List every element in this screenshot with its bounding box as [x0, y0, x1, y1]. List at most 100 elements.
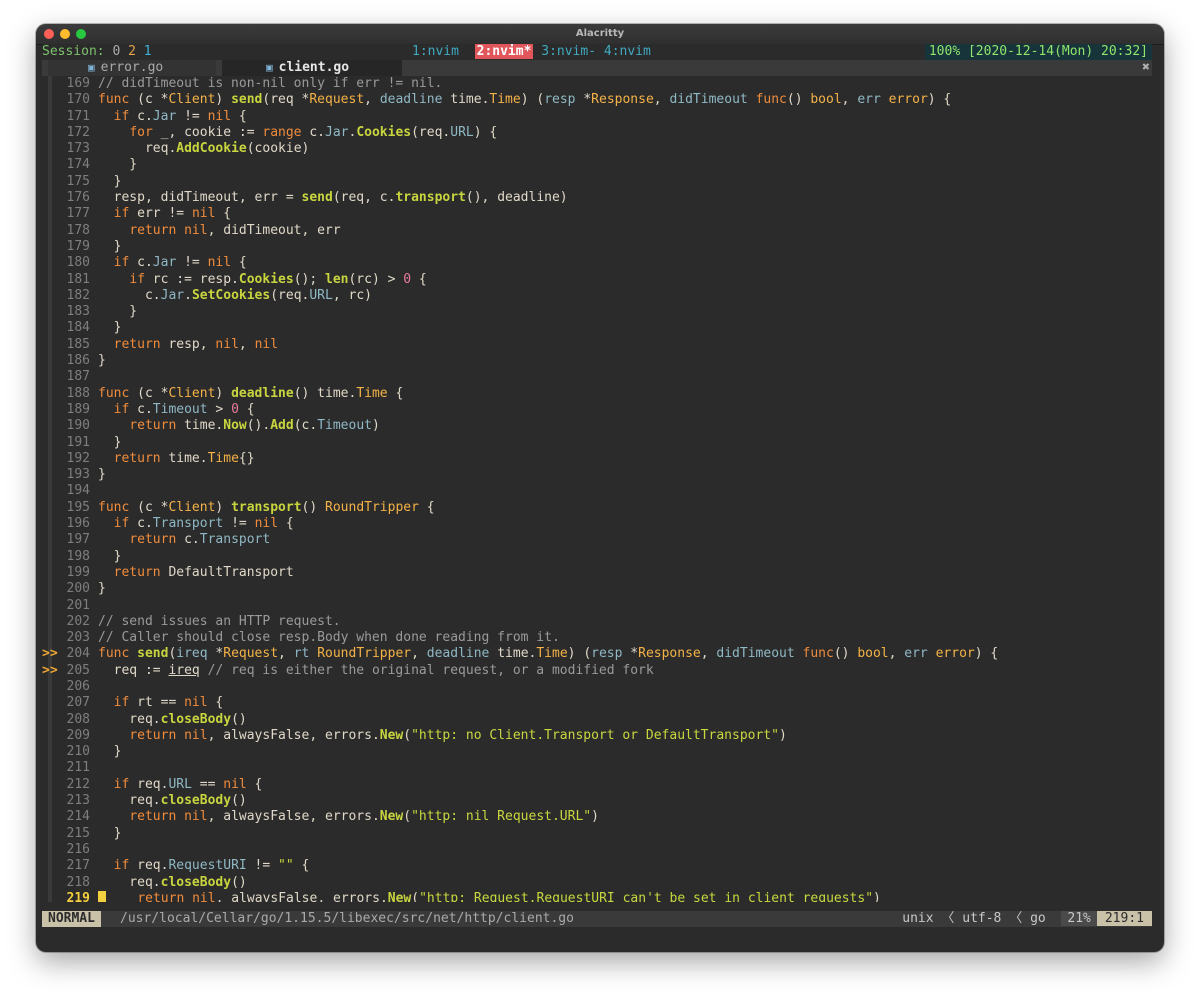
code-token: bool — [810, 92, 842, 108]
tab-error-go[interactable]: ▣ error.go — [48, 60, 216, 76]
code-line[interactable]: 173 req.AddCookie(cookie) — [42, 141, 1152, 157]
code-line[interactable]: 211 — [42, 760, 1152, 776]
code-line[interactable]: 177 if err != nil { — [42, 206, 1152, 222]
tmux-window-3[interactable]: 3:nvim- — [541, 44, 596, 59]
code-token: , alwaysFalse, errors. — [207, 809, 380, 825]
code-line[interactable]: 191 } — [42, 435, 1152, 451]
code-token: (req, c. — [332, 190, 396, 206]
code-token: req := — [98, 662, 169, 678]
line-number: 196 — [66, 516, 90, 532]
code-token: resp — [591, 646, 623, 662]
code-line[interactable]: 203 // Caller should close resp.Body when… — [42, 630, 1152, 646]
code-token: { — [418, 499, 435, 515]
code-line[interactable]: 179 } — [42, 239, 1152, 255]
code-line[interactable]: 170 func (c *Client) send(req *Request, d… — [42, 92, 1152, 108]
code-token: c. — [98, 287, 161, 303]
code-token: () — [786, 92, 811, 108]
code-line[interactable]: 175 } — [42, 174, 1152, 190]
code-token: if — [113, 695, 130, 711]
code-token: error — [888, 92, 928, 108]
code-line[interactable]: 219 return nil, alwaysFalse, errors.New(… — [42, 891, 1152, 902]
code-token: Response — [591, 92, 654, 108]
code-line[interactable]: 172 for _, cookie := range c.Jar.Cookies… — [42, 125, 1152, 141]
code-line[interactable]: 214 return nil, alwaysFalse, errors.New(… — [42, 809, 1152, 825]
code-line[interactable]: 194 — [42, 483, 1152, 499]
code-line[interactable]: 218 req.closeBody() — [42, 875, 1152, 891]
code-line[interactable]: 217 if req.RequestURI != "" { — [42, 858, 1152, 874]
tmux-window-4[interactable]: 4:nvim — [604, 44, 651, 59]
code-line[interactable]: 192 return time.Time{} — [42, 451, 1152, 467]
code-token: , alwaysFalse, errors. — [215, 890, 388, 902]
code-token: Timeout — [152, 401, 208, 417]
code-token: Add — [270, 418, 294, 434]
code-line[interactable]: 169 // didTimeout is non-nil only if err … — [42, 76, 1152, 92]
line-number: 169 — [66, 76, 90, 91]
code-line[interactable]: 197 return c.Transport — [42, 532, 1152, 548]
code-line[interactable]: 200} — [42, 581, 1152, 597]
code-line[interactable]: 193} — [42, 467, 1152, 483]
code-line[interactable]: 213 req.closeBody() — [42, 793, 1152, 809]
code-line[interactable]: 184 } — [42, 320, 1152, 336]
code-token: (c — [129, 385, 161, 401]
code-line[interactable]: 185 return resp, nil, nil — [42, 337, 1152, 353]
code-token: () — [231, 874, 247, 890]
code-token: if — [113, 858, 130, 874]
code-token: func — [98, 385, 130, 401]
code-line[interactable]: 181 if rc := resp.Cookies(); len(rc) > 0… — [42, 272, 1152, 288]
code-line[interactable]: 189 if c.Timeout > 0 { — [42, 402, 1152, 418]
line-text: } — [98, 157, 137, 173]
code-line[interactable]: 171 if c.Jar != nil { — [42, 109, 1152, 125]
code-line[interactable]: 207 if rt == nil { — [42, 695, 1152, 711]
code-token: c. — [129, 516, 153, 532]
code-token: time. — [176, 418, 224, 434]
code-line[interactable]: 199 return DefaultTransport — [42, 565, 1152, 581]
code-token: {} — [238, 450, 255, 466]
code-token: deadline — [426, 646, 490, 662]
line-number: 193 — [66, 467, 90, 483]
line-text: resp, didTimeout, err = send(req, c.tran… — [98, 190, 568, 206]
code-line[interactable]: 178 return nil, didTimeout, err — [42, 223, 1152, 239]
line-number: 194 — [66, 483, 90, 499]
code-line[interactable]: 206 — [42, 679, 1152, 695]
code-editor[interactable]: 169 // didTimeout is non-nil only if err … — [42, 76, 1152, 902]
code-line[interactable]: 190 return time.Now().Add(c.Timeout) — [42, 418, 1152, 434]
code-line[interactable]: 176 resp, didTimeout, err = send(req, c.… — [42, 190, 1152, 206]
code-line[interactable]: 202 // send issues an HTTP request. — [42, 614, 1152, 630]
code-line[interactable]: 216 — [42, 842, 1152, 858]
code-line[interactable]: 180 if c.Jar != nil { — [42, 255, 1152, 271]
code-line[interactable]: 196 if c.Transport != nil { — [42, 516, 1152, 532]
code-line[interactable]: 212 if req.URL == nil { — [42, 777, 1152, 793]
code-line[interactable]: 174 } — [42, 157, 1152, 173]
close-icon[interactable]: ✖ — [1142, 60, 1150, 76]
code-token: if — [113, 206, 130, 222]
code-line[interactable]: 210 } — [42, 744, 1152, 760]
tmux-window-2[interactable]: 2:nvim* — [474, 44, 534, 59]
code-line[interactable]: 186} — [42, 353, 1152, 369]
line-number: 188 — [66, 385, 90, 401]
code-line[interactable]: 198 } — [42, 549, 1152, 565]
code-line[interactable]: 188 func (c *Client) deadline() time.Time… — [42, 386, 1152, 402]
code-token: { — [246, 776, 263, 792]
code-token: if — [129, 271, 145, 287]
tab-client-go[interactable]: ▣ client.go — [222, 60, 402, 76]
line-number: 198 — [66, 548, 90, 564]
code-line[interactable]: >> 204 func send(ireq *Request, rt RoundTr… — [42, 646, 1152, 662]
code-line[interactable]: 182 c.Jar.SetCookies(req.URL, rc) — [42, 288, 1152, 304]
tmux-window-1[interactable]: 1:nvim — [412, 44, 459, 59]
code-token: Time — [536, 646, 568, 662]
code-line[interactable]: 215 } — [42, 826, 1152, 842]
code-line[interactable]: 201 — [42, 598, 1152, 614]
code-line[interactable]: 209 return nil, alwaysFalse, errors.New(… — [42, 728, 1152, 744]
sign-marker: >> — [42, 646, 58, 662]
code-line[interactable]: 208 req.closeBody() — [42, 712, 1152, 728]
code-line[interactable]: >> 205 req := ireq // req is either the o… — [42, 663, 1152, 679]
code-line[interactable]: 183 } — [42, 304, 1152, 320]
code-line[interactable]: 187 — [42, 369, 1152, 385]
code-line[interactable]: 195 func (c *Client) transport() RoundTri… — [42, 500, 1152, 516]
code-token: req. — [129, 858, 169, 874]
tab-label: client.go — [278, 60, 350, 75]
cursor-position: 219:1 — [1096, 911, 1152, 926]
line-text: // didTimeout is non-nil only if err != … — [98, 76, 442, 92]
